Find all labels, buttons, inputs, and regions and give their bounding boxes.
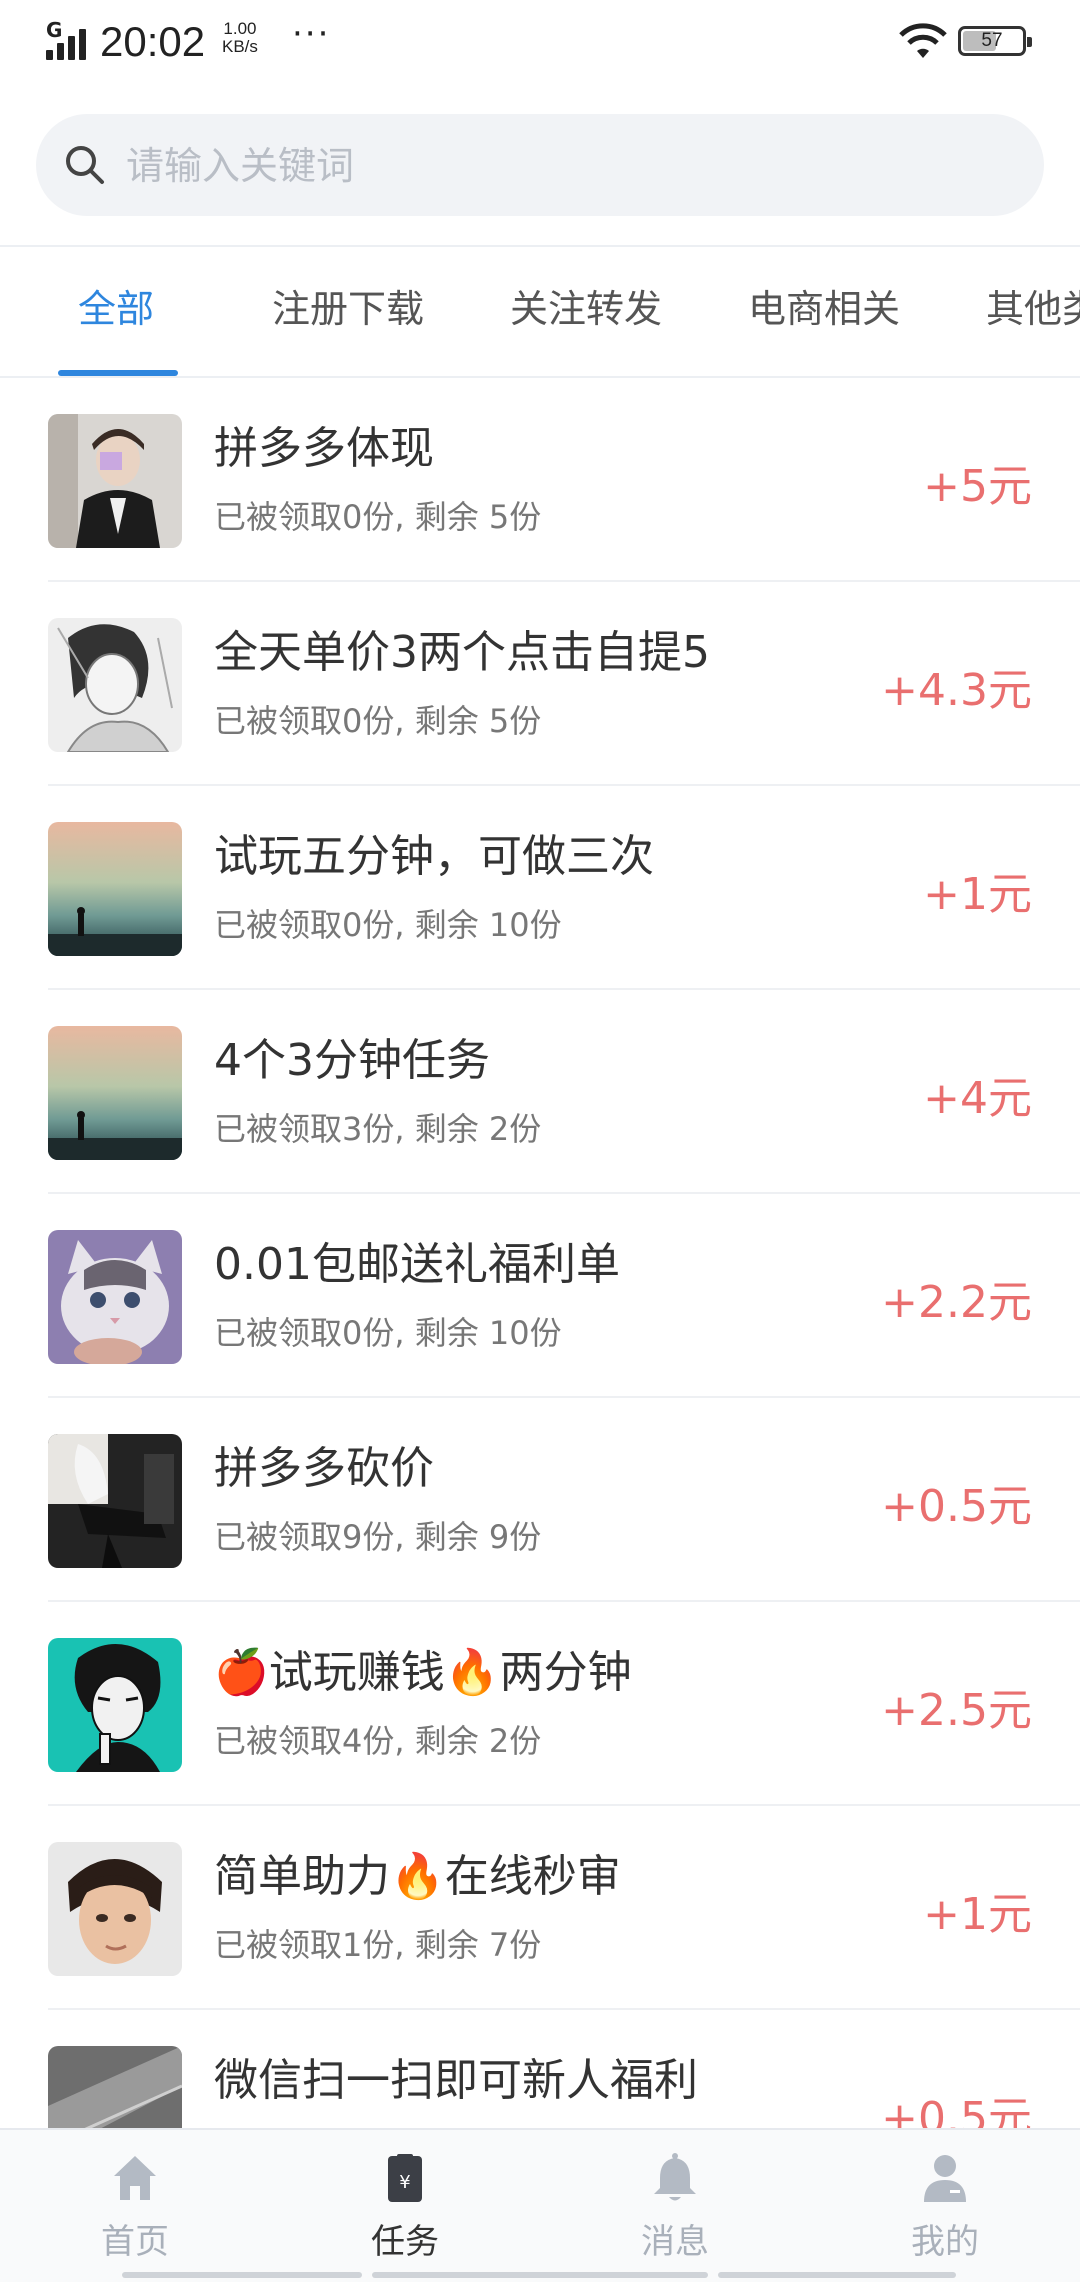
task-title: 试玩五分钟，可做三次 — [214, 831, 654, 882]
task-title: 0.01包邮送礼福利单 — [214, 1239, 620, 1290]
task-avatar — [48, 822, 182, 956]
task-reward: +4元 — [923, 1073, 1032, 1124]
network-speed: 1.00 KB/s — [222, 20, 258, 56]
task-avatar — [48, 1638, 182, 1772]
nav-home-label: 首页 — [101, 2222, 169, 2262]
task-row[interactable]: 拼多多体现 已被领取0份, 剩余 5份 +5元 — [0, 378, 1080, 582]
tab-follow-share[interactable]: 关注转发 — [510, 247, 662, 377]
task-claim-status: 已被领取0份, 剩余 10份 — [214, 906, 562, 944]
task-icon: ¥ — [388, 2154, 422, 2202]
tab-all[interactable]: 全部 — [78, 247, 154, 377]
task-avatar — [48, 618, 182, 752]
nav-messages-label: 消息 — [641, 2222, 709, 2262]
system-nav-indicator — [372, 2272, 708, 2278]
task-reward: +1元 — [923, 869, 1032, 920]
task-avatar — [48, 1842, 182, 1976]
task-avatar — [48, 1434, 182, 1568]
task-avatar — [48, 414, 182, 548]
search-icon — [66, 146, 104, 184]
bell-icon — [654, 2153, 696, 2201]
more-notifications-icon: ··· — [292, 14, 331, 54]
task-title: 拼多多体现 — [214, 423, 434, 474]
task-claim-status: 已被领取9份, 剩余 9份 — [214, 1518, 542, 1556]
task-title: 拼多多砍价 — [214, 1443, 434, 1494]
nav-home[interactable]: 首页 — [0, 2130, 270, 2282]
tab-ecommerce[interactable]: 电商相关 — [748, 247, 900, 377]
task-reward: +2.5元 — [881, 1685, 1032, 1736]
task-row[interactable]: 拼多多砍价 已被领取9份, 剩余 9份 +0.5元 — [0, 1398, 1080, 1602]
nav-messages[interactable]: 消息 — [540, 2130, 810, 2282]
user-icon — [924, 2155, 966, 2202]
task-row[interactable]: 简单助力🔥在线秒审 已被领取1份, 剩余 7份 +1元 — [0, 1806, 1080, 2010]
task-row[interactable]: 🍎试玩赚钱🔥两分钟 已被领取4份, 剩余 2份 +2.5元 — [0, 1602, 1080, 1806]
task-title: 4个3分钟任务 — [214, 1035, 490, 1086]
task-list: 拼多多体现 已被领取0份, 剩余 5份 +5元 全天单价3两个点击自提5 已被领… — [0, 378, 1080, 2128]
task-row[interactable]: 微信扫一扫即可新人福利 +0.5元 — [0, 2010, 1080, 2128]
task-row[interactable]: 4个3分钟任务 已被领取3份, 剩余 2份 +4元 — [0, 990, 1080, 1194]
category-tabs: 全部 注册下载 关注转发 电商相关 其他类 — [0, 247, 1080, 377]
nav-task-label: 任务 — [371, 2222, 439, 2262]
task-title: 全天单价3两个点击自提5 — [214, 627, 710, 678]
tab-other[interactable]: 其他类 — [986, 247, 1080, 377]
network-type: G — [46, 18, 63, 42]
wifi-icon — [899, 23, 947, 58]
task-title: 🍎试玩赚钱🔥两分钟 — [214, 1647, 632, 1698]
task-title: 简单助力🔥在线秒审 — [214, 1851, 621, 1902]
task-claim-status: 已被领取0份, 剩余 10份 — [214, 1314, 562, 1352]
speed-unit: KB/s — [222, 37, 258, 56]
task-reward: +1元 — [923, 1889, 1032, 1940]
signal-icon: G — [46, 18, 90, 60]
system-nav-indicator — [122, 2272, 362, 2278]
task-reward: +5元 — [923, 461, 1032, 512]
task-claim-status: 已被领取3份, 剩余 2份 — [214, 1110, 542, 1148]
task-row[interactable]: 0.01包邮送礼福利单 已被领取0份, 剩余 10份 +2.2元 — [0, 1194, 1080, 1398]
tab-register-download[interactable]: 注册下载 — [272, 247, 424, 377]
nav-profile[interactable]: 我的 — [810, 2130, 1080, 2282]
task-title: 微信扫一扫即可新人福利 — [214, 2055, 698, 2106]
task-reward: +0.5元 — [881, 2093, 1032, 2128]
battery-level: 57 — [981, 30, 1003, 51]
task-reward: +0.5元 — [881, 1481, 1032, 1532]
task-avatar — [48, 1230, 182, 1364]
task-reward: +2.2元 — [881, 1277, 1032, 1328]
nav-profile-label: 我的 — [911, 2222, 979, 2262]
task-avatar — [48, 1026, 182, 1160]
task-row[interactable]: 试玩五分钟，可做三次 已被领取0份, 剩余 10份 +1元 — [0, 786, 1080, 990]
svg-text:¥: ¥ — [399, 2172, 410, 2193]
bottom-nav: 首页 ¥ 任务 消息 我的 — [0, 2128, 1080, 2282]
speed-value: 1.00 — [223, 19, 257, 38]
task-claim-status: 已被领取4份, 剩余 2份 — [214, 1722, 542, 1760]
search-bar[interactable] — [36, 114, 1044, 218]
system-nav-indicator — [718, 2272, 956, 2278]
task-claim-status: 已被领取0份, 剩余 5份 — [214, 702, 542, 740]
task-row[interactable]: 全天单价3两个点击自提5 已被领取0份, 剩余 5份 +4.3元 — [0, 582, 1080, 786]
home-icon — [114, 2156, 156, 2200]
task-reward: +4.3元 — [881, 665, 1032, 716]
status-bar: G 20:02 1.00 KB/s ··· 57 — [0, 0, 1080, 90]
task-claim-status: 已被领取0份, 剩余 5份 — [214, 498, 542, 536]
clock: 20:02 — [100, 18, 206, 65]
nav-task[interactable]: ¥ 任务 — [270, 2130, 540, 2282]
task-avatar — [48, 2046, 182, 2128]
search-input[interactable] — [124, 114, 1008, 218]
battery-icon: 57 — [958, 26, 1032, 56]
task-claim-status: 已被领取1份, 剩余 7份 — [214, 1926, 542, 1964]
